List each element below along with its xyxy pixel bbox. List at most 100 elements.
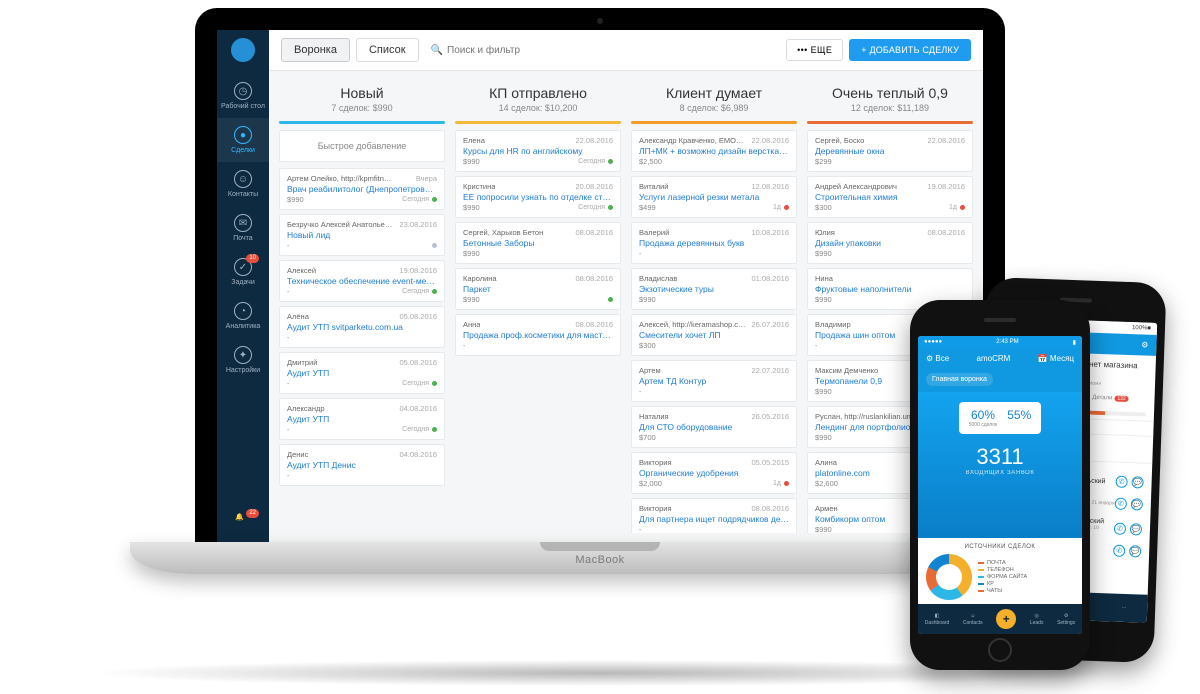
deal-card[interactable]: Алексей, http://keramashop.com.ua/26.07.… — [631, 314, 797, 356]
search-input[interactable] — [447, 45, 587, 56]
card-price: $990 — [815, 387, 832, 396]
card-price: $299 — [815, 157, 832, 166]
legend-item: ТЕЛЕФОН — [978, 567, 1027, 573]
deal-card[interactable]: Владислав01.08.2016 Экзотические туры $9… — [631, 268, 797, 310]
card-date: 08.08.2016 — [575, 320, 613, 329]
chat-icon[interactable]: 💬 — [1129, 545, 1141, 557]
nav-mail[interactable]: ✉Почта — [217, 206, 269, 250]
chat-icon[interactable]: 💬 — [1130, 523, 1142, 535]
tabbar-contacts[interactable]: ☺Contacts — [963, 613, 983, 626]
call-icon[interactable]: ✆ — [1113, 544, 1125, 556]
card-title: Аудит УТП Денис — [287, 460, 437, 470]
card-date: 05.05.2015 — [751, 458, 789, 467]
nav-desktop[interactable]: ◷Рабочий стол — [217, 74, 269, 118]
legend-item: ФОРМА САЙТА — [978, 574, 1027, 580]
deal-card[interactable]: Анна08.08.2016 Продажа проф.косметики дл… — [455, 314, 621, 356]
deal-card[interactable]: Виталий12.08.2016 Услуги лазерной резки … — [631, 176, 797, 218]
logo-icon[interactable] — [231, 38, 255, 62]
card-price: $990 — [463, 295, 480, 304]
chat-icon[interactable]: 💬 — [1131, 476, 1143, 488]
card-contact: Александр Кравченко, EMOZZI — [639, 136, 747, 145]
phone1-pipeline-tabs: Главная воронка — [918, 369, 1082, 392]
call-icon[interactable]: ✆ — [1115, 476, 1127, 488]
card-contact: Безручко Алексей Анатольевич — [287, 220, 395, 229]
card-price: $700 — [639, 433, 656, 442]
setup-icon[interactable]: ⚙ — [1141, 340, 1148, 349]
deal-card[interactable]: Андрей Александрович19.08.2016 Строитель… — [807, 176, 973, 218]
deal-card[interactable]: Дмитрий05.08.2016 Аудит УТП -Сегодня — [279, 352, 445, 394]
view-list-button[interactable]: Список — [356, 38, 419, 62]
deal-card[interactable]: Алексей19.08.2016 Техническое обеспечени… — [279, 260, 445, 302]
pipeline-tab[interactable]: Главная воронка — [926, 373, 993, 386]
deal-card[interactable]: Наталия26.05.2016 Для СТО оборудование $… — [631, 406, 797, 448]
chart-legend: ПОЧТАТЕЛЕФОНФОРМА САЙТАКРЧАТЫ — [978, 560, 1027, 594]
nav-deals[interactable]: ●Сделки — [217, 118, 269, 162]
tabbar-leads[interactable]: ◎Leads — [1030, 613, 1044, 626]
quick-add-button[interactable]: Быстрое добавление — [279, 130, 445, 162]
deal-card[interactable]: Безручко Алексей Анатольевич23.08.2016 Н… — [279, 214, 445, 256]
deal-card[interactable]: Сергей, Боско22.08.2016 Деревянные окна … — [807, 130, 973, 172]
card-price: - — [639, 525, 642, 533]
card-date: 22.08.2016 — [927, 136, 965, 145]
card-status: 1д — [773, 204, 789, 211]
search-wrap: 🔍 — [431, 45, 781, 56]
deal-card[interactable]: Александр Кравченко, EMOZZI22.08.2016 ЛП… — [631, 130, 797, 172]
deal-card[interactable]: Виктория05.05.2015 Органические удобрени… — [631, 452, 797, 494]
nav-settings[interactable]: ✦Настройки — [217, 338, 269, 382]
nav-contacts[interactable]: ☺ Контакты — [217, 162, 269, 206]
tabbar-add[interactable]: + — [996, 609, 1016, 629]
deal-card[interactable]: Елена22.08.2016 Курсы для HR по английск… — [455, 130, 621, 172]
deal-card[interactable]: Артем22.07.2016 Артем ТД Контур - — [631, 360, 797, 402]
column-cards: Артем Олейко, http://kpmfitness.com.ua/В… — [279, 168, 445, 533]
card-contact: Виктория — [639, 458, 672, 467]
call-icon[interactable]: ✆ — [1115, 497, 1127, 509]
deal-card[interactable]: Александр04.08.2016 Аудит УТП -Сегодня — [279, 398, 445, 440]
mail-icon: ✉ — [234, 214, 252, 232]
card-title: Продажа проф.косметики для мастеров — [463, 330, 613, 340]
tabbar-settings[interactable]: ⚙Settings — [1057, 613, 1075, 626]
card-contact: Сергей, Боско — [815, 136, 864, 145]
column-cards: Елена22.08.2016 Курсы для HR по английск… — [455, 130, 621, 533]
chat-icon[interactable]: 💬 — [1131, 498, 1143, 510]
more-button[interactable]: ••• ЕЩЕ — [786, 39, 843, 61]
nav-label: Контакты — [228, 191, 258, 198]
nav-analytics[interactable]: ◔Аналитика — [217, 294, 269, 338]
menu-icon[interactable]: ⚙ Все — [926, 354, 949, 363]
deal-card[interactable]: Алёна05.08.2016 Аудит УТП svitparketu.co… — [279, 306, 445, 348]
card-contact: Владимир — [815, 320, 851, 329]
card-status: Сегодня — [402, 380, 437, 387]
nav-label: Настройки — [226, 367, 260, 374]
deal-card[interactable]: Кристина20.08.2016 ЕЕ попросили узнать п… — [455, 176, 621, 218]
add-deal-button[interactable]: + ДОБАВИТЬ СДЕЛКУ — [849, 39, 971, 61]
deal-card[interactable]: Сергей, Харьков Бетон08.08.2016 Бетонные… — [455, 222, 621, 264]
view-funnel-button[interactable]: Воронка — [281, 38, 350, 62]
phone1-statusbar: ●●●●●2:43 PM▮ — [918, 336, 1082, 348]
nav-notifications[interactable]: 22🔔 — [235, 513, 251, 535]
home-button[interactable] — [988, 638, 1012, 662]
deal-card[interactable]: Артем Олейко, http://kpmfitness.com.ua/В… — [279, 168, 445, 210]
column-subtitle: 7 сделок: $990 — [279, 103, 445, 113]
period-button[interactable]: 📅 Месяц — [1038, 354, 1074, 363]
deal-card[interactable]: Юлия08.08.2016 Дизайн упаковки $990 — [807, 222, 973, 264]
column-cards: Александр Кравченко, EMOZZI22.08.2016 ЛП… — [631, 130, 797, 533]
tabbar-menu-icon[interactable]: ⋯ — [1121, 605, 1126, 611]
card-date: 20.08.2016 — [575, 182, 613, 191]
macbook-logo: MacBook — [575, 554, 624, 566]
crm-app: ◷Рабочий стол ●Сделки ☺ Контакты ✉Почта 1… — [217, 30, 983, 543]
deal-card[interactable]: Валерий10.08.2016 Продажа деревянных бук… — [631, 222, 797, 264]
card-title: Артем ТД Контур — [639, 376, 789, 386]
card-title: Техническое обеспечение event-мероприяти… — [287, 276, 437, 286]
deal-card[interactable]: Каролина08.08.2016 Паркет $990 — [455, 268, 621, 310]
call-icon[interactable]: ✆ — [1114, 522, 1126, 534]
tabbar-dashboard[interactable]: ◧Dashboard — [925, 613, 949, 626]
card-contact: Нина — [815, 274, 833, 283]
topbar: Воронка Список 🔍 ••• ЕЩЕ + ДОБАВИТЬ СДЕЛ… — [269, 30, 983, 71]
nav-tasks[interactable]: 10✓Задачи — [217, 250, 269, 294]
card-title: Дизайн упаковки — [815, 238, 965, 248]
card-date: 08.08.2016 — [751, 504, 789, 513]
deal-card[interactable]: Виктория08.08.2016 Для партнера ищет под… — [631, 498, 797, 533]
status-dot-icon — [432, 381, 437, 386]
macbook-camera — [597, 18, 603, 24]
deal-card[interactable]: Денис04.08.2016 Аудит УТП Денис - — [279, 444, 445, 486]
contacts-icon: ☺ — [234, 170, 252, 188]
